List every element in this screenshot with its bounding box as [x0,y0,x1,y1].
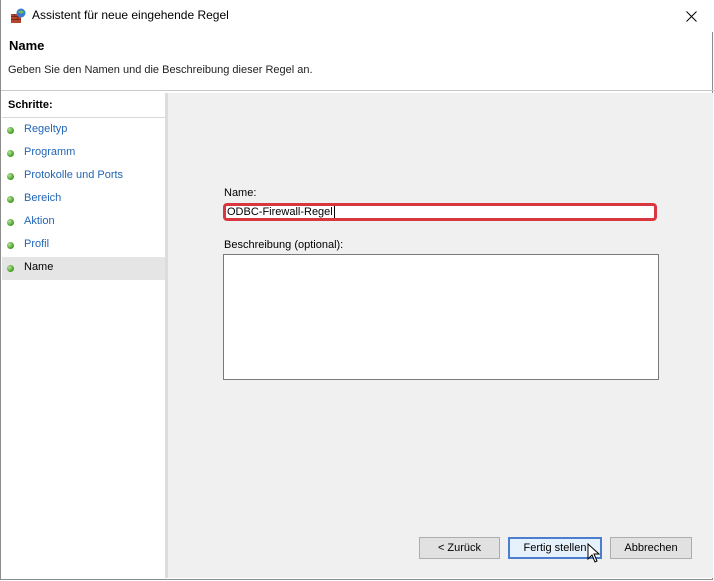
description-field-label: Beschreibung (optional): [224,239,344,251]
step-label: Protokolle und Ports [24,169,124,181]
page-description: Geben Sie den Namen und die Beschreibung… [8,64,313,76]
step-complete-icon [7,196,14,203]
steps-title: Schritte: [8,99,53,111]
name-value-text: ODBC-Firewall-Regel [227,206,333,218]
title-bar: Assistent für neue eingehende Regel [1,0,714,32]
step-complete-icon [7,127,14,134]
step-complete-icon [7,242,14,249]
step-complete-icon [7,265,14,272]
step-label: Profil [24,238,50,250]
main-content: Name: ODBC-Firewall-Regel Beschreibung (… [168,93,713,578]
step-complete-icon [7,173,14,180]
header-divider [1,90,714,91]
step-complete-icon [7,219,14,226]
step-label: Bereich [24,192,62,204]
step-label: Name [24,261,54,273]
step-profil[interactable]: Profil [2,234,165,257]
wizard-window: Assistent für neue eingehende Regel Name… [0,0,714,580]
cancel-button[interactable]: Abbrechen [610,537,692,559]
window-title: Assistent für neue eingehende Regel [32,8,229,22]
name-field-label: Name: [224,187,257,199]
mouse-pointer-icon [587,543,601,563]
back-button[interactable]: < Zurück [419,537,500,559]
page-title: Name [9,38,45,53]
step-programm[interactable]: Programm [2,142,165,165]
step-label: Programm [24,146,76,158]
step-bereich[interactable]: Bereich [2,188,165,211]
description-textarea[interactable] [223,254,659,380]
firewall-app-icon [11,8,26,23]
step-protokolle-und-ports[interactable]: Protokolle und Ports [2,165,165,188]
step-complete-icon [7,150,14,157]
step-name: Name [2,257,165,280]
text-caret [333,206,335,219]
step-label: Regeltyp [24,123,68,135]
step-regeltyp[interactable]: Regeltyp [2,119,165,142]
close-icon [685,10,697,22]
steps-sidebar: Schritte: Regeltyp Programm Protokolle u… [2,93,168,578]
step-aktion[interactable]: Aktion [2,211,165,234]
close-button[interactable] [668,0,714,32]
name-input-value[interactable]: ODBC-Firewall-Regel [227,206,335,219]
step-label: Aktion [24,215,55,227]
steps-divider [2,117,165,118]
